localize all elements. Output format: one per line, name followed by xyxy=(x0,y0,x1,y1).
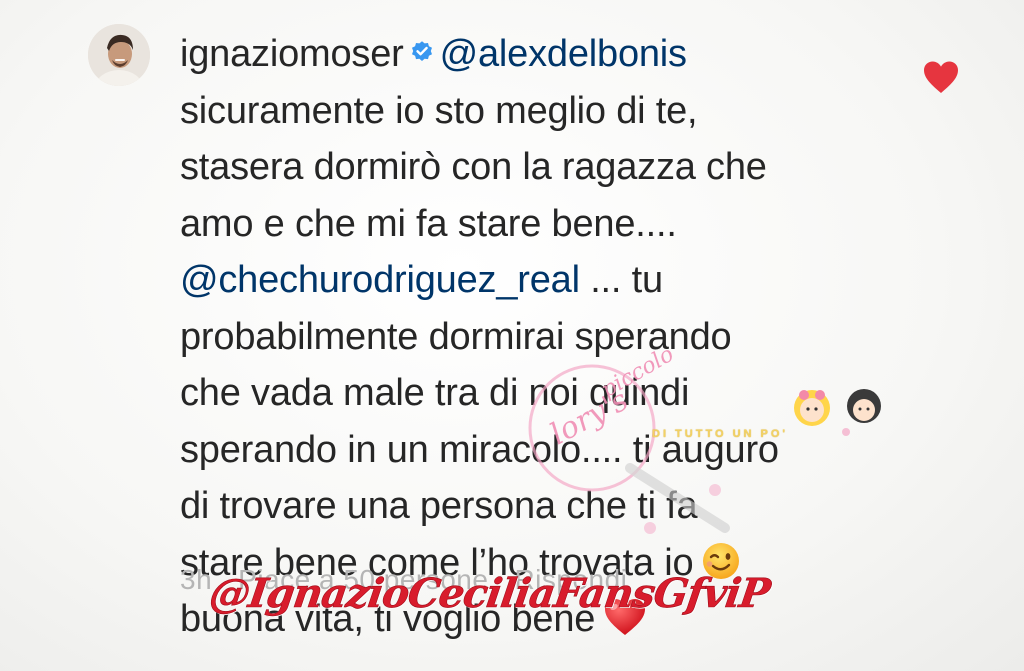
mention-alexdelbonis[interactable]: @alexdelbonis xyxy=(440,33,687,75)
comment-line: sicuramente io sto meglio di te, xyxy=(180,89,698,132)
comment-body: ignaziomoser @alexdelbonis sicuramente i… xyxy=(180,26,880,648)
comment-line: stasera dormirò con la ragazza che xyxy=(180,146,767,188)
mention-chechurodriguez[interactable]: @chechurodriguez_real xyxy=(180,259,580,301)
avatar[interactable] xyxy=(88,24,150,86)
comment-line-mention: @chechurodriguez_real ... tu xyxy=(180,252,880,309)
comment-header-line: ignaziomoser @alexdelbonis xyxy=(180,26,880,83)
comment-time: 3h xyxy=(180,564,213,595)
profile-photo-icon xyxy=(88,24,150,86)
username[interactable]: ignaziomoser xyxy=(180,33,404,75)
verified-badge-icon xyxy=(411,41,432,61)
stamp-tagline: DI TUTTO UN PO' xyxy=(652,428,789,440)
instagram-comment-screenshot: ignaziomoser @alexdelbonis sicuramente i… xyxy=(0,0,1024,671)
heart-filled-icon[interactable] xyxy=(922,60,960,94)
comment-text: ... tu xyxy=(579,259,663,301)
cartoon-girls-icon xyxy=(794,389,881,436)
fan-page-watermark: @IgnazioCeciliaFansGfviP xyxy=(206,570,773,618)
comment-line: amo e che mi fa stare bene.... xyxy=(180,202,677,245)
